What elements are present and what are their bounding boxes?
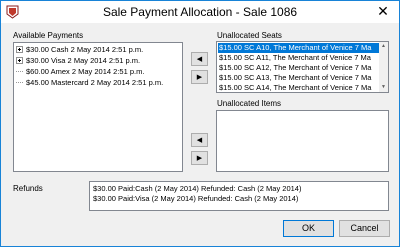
refund-line: $30.00 Paid:Cash (2 May 2014) Refunded: … <box>93 184 302 193</box>
tree-line <box>16 71 23 72</box>
tree-line <box>16 82 23 83</box>
move-item-right-button[interactable]: ▶ <box>191 151 208 165</box>
scroll-down-icon[interactable]: ▼ <box>380 84 387 91</box>
payment-item-amex[interactable]: $60.00 Amex 2 May 2014 2:51 p.m. <box>16 67 144 78</box>
title-bar[interactable]: Sale Payment Allocation - Sale 1086 ✕ <box>1 1 399 23</box>
unallocated-items-list[interactable] <box>216 110 389 172</box>
unallocated-seats-list[interactable]: $15.00 SC A10, The Merchant of Venice 7 … <box>216 41 389 93</box>
seats-scrollbar[interactable]: ▲ ▼ <box>379 42 388 92</box>
refund-line: $30.00 Paid:Visa (2 May 2014) Refunded: … <box>93 194 299 203</box>
seat-item-a11[interactable]: $15.00 SC A11, The Merchant of Venice 7 … <box>218 53 379 63</box>
payment-item-visa[interactable]: $30.00 Visa 2 May 2014 2:51 p.m. <box>16 56 140 67</box>
expand-icon[interactable] <box>16 57 23 64</box>
refunds-label: Refunds <box>13 184 43 193</box>
payment-item-cash[interactable]: $30.00 Cash 2 May 2014 2:51 p.m. <box>16 45 143 56</box>
expand-icon[interactable] <box>16 46 23 53</box>
available-payments-tree[interactable]: $30.00 Cash 2 May 2014 2:51 p.m. $30.00 … <box>13 42 183 172</box>
move-seat-right-button[interactable]: ▶ <box>191 70 208 84</box>
unallocated-seats-label: Unallocated Seats <box>217 31 282 40</box>
seat-item-a13[interactable]: $15.00 SC A13, The Merchant of Venice 7 … <box>218 73 379 83</box>
arrow-left-icon: ◀ <box>196 137 203 144</box>
ok-button[interactable]: OK <box>283 220 334 237</box>
arrow-right-icon: ▶ <box>196 155 203 162</box>
refunds-list: $30.00 Paid:Cash (2 May 2014) Refunded: … <box>89 181 389 211</box>
scroll-up-icon[interactable]: ▲ <box>380 43 387 50</box>
cancel-button[interactable]: Cancel <box>339 220 390 237</box>
seat-item-a12[interactable]: $15.00 SC A12, The Merchant of Venice 7 … <box>218 63 379 73</box>
close-button[interactable]: ✕ <box>367 1 399 23</box>
seat-item-a10[interactable]: $15.00 SC A10, The Merchant of Venice 7 … <box>218 43 379 53</box>
move-item-left-button[interactable]: ◀ <box>191 133 208 147</box>
payment-item-mastercard[interactable]: $45.00 Mastercard 2 May 2014 2:51 p.m. <box>16 78 163 89</box>
seat-item-a14[interactable]: $15.00 SC A14, The Merchant of Venice 7 … <box>218 83 379 93</box>
window-title: Sale Payment Allocation - Sale 1086 <box>102 5 298 19</box>
dialog-window: Sale Payment Allocation - Sale 1086 ✕ Av… <box>0 0 400 247</box>
arrow-right-icon: ▶ <box>196 74 203 81</box>
available-payments-label: Available Payments <box>13 31 84 40</box>
move-seat-left-button[interactable]: ◀ <box>191 52 208 66</box>
unallocated-items-label: Unallocated Items <box>217 99 282 108</box>
arrow-left-icon: ◀ <box>196 56 203 63</box>
